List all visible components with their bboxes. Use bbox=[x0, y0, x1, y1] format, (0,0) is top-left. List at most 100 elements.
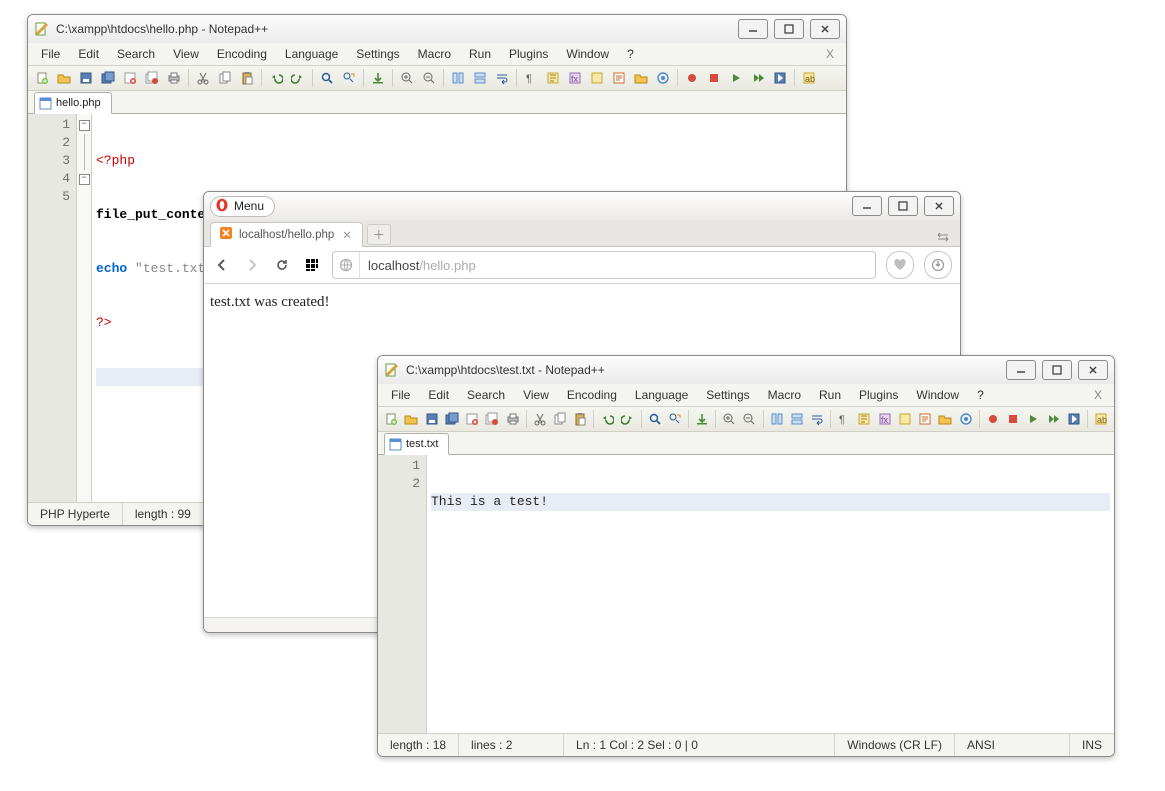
menu-item[interactable]: Edit bbox=[69, 45, 108, 63]
doc-map-icon[interactable] bbox=[896, 409, 914, 429]
stop-icon[interactable] bbox=[1004, 409, 1022, 429]
play-multi-icon[interactable] bbox=[748, 68, 768, 88]
replace-icon[interactable] bbox=[666, 409, 684, 429]
sync-v-icon[interactable] bbox=[448, 68, 468, 88]
menu-item[interactable]: Encoding bbox=[208, 45, 276, 63]
menu-item[interactable]: Run bbox=[810, 386, 850, 404]
tab-close-icon[interactable]: ✕ bbox=[340, 228, 354, 242]
titlebar[interactable]: C:\xampp\htdocs\test.txt - Notepad++ bbox=[378, 356, 1114, 384]
fold-toggle-icon[interactable]: − bbox=[79, 120, 90, 131]
new-icon[interactable] bbox=[382, 409, 400, 429]
find-icon[interactable] bbox=[646, 409, 664, 429]
titlebar[interactable]: Menu bbox=[204, 192, 960, 220]
save-macro-icon[interactable] bbox=[1065, 409, 1083, 429]
save-all-icon[interactable] bbox=[443, 409, 461, 429]
goto-icon[interactable] bbox=[368, 68, 388, 88]
close-button[interactable] bbox=[924, 196, 954, 216]
copy-icon[interactable] bbox=[215, 68, 235, 88]
zoom-in-icon[interactable] bbox=[397, 68, 417, 88]
paste-icon[interactable] bbox=[571, 409, 589, 429]
close-all-icon[interactable] bbox=[483, 409, 501, 429]
menu-item[interactable]: View bbox=[164, 45, 208, 63]
stop-icon[interactable] bbox=[704, 68, 724, 88]
find-icon[interactable] bbox=[317, 68, 337, 88]
menu-item[interactable]: Search bbox=[458, 386, 514, 404]
cut-icon[interactable] bbox=[193, 68, 213, 88]
opera-menu-button[interactable]: Menu bbox=[210, 196, 275, 217]
redo-icon[interactable] bbox=[618, 409, 636, 429]
minimize-button[interactable] bbox=[852, 196, 882, 216]
menu-item[interactable]: View bbox=[514, 386, 558, 404]
play-icon[interactable] bbox=[726, 68, 746, 88]
menu-item[interactable]: Encoding bbox=[558, 386, 626, 404]
lang-icon[interactable]: fx bbox=[565, 68, 585, 88]
menu-item[interactable]: Plugins bbox=[500, 45, 557, 63]
monitor-icon[interactable] bbox=[653, 68, 673, 88]
code-editor[interactable]: 12 This is a test! bbox=[378, 455, 1114, 733]
sync-v-icon[interactable] bbox=[767, 409, 785, 429]
play-multi-icon[interactable] bbox=[1044, 409, 1062, 429]
folder-icon[interactable] bbox=[936, 409, 954, 429]
menu-item[interactable]: Macro bbox=[409, 45, 460, 63]
code-area[interactable]: This is a test! bbox=[427, 455, 1114, 733]
indent-guide-icon[interactable] bbox=[543, 68, 563, 88]
copy-icon[interactable] bbox=[551, 409, 569, 429]
forward-button[interactable] bbox=[242, 255, 262, 275]
close-button[interactable] bbox=[1078, 360, 1108, 380]
sync-h-icon[interactable] bbox=[470, 68, 490, 88]
replace-icon[interactable] bbox=[339, 68, 359, 88]
sync-h-icon[interactable] bbox=[788, 409, 806, 429]
save-icon[interactable] bbox=[422, 409, 440, 429]
indent-guide-icon[interactable] bbox=[855, 409, 873, 429]
menu-item[interactable]: ? bbox=[618, 45, 643, 63]
goto-icon[interactable] bbox=[693, 409, 711, 429]
close-button[interactable] bbox=[810, 19, 840, 39]
menu-item[interactable]: Plugins bbox=[850, 386, 907, 404]
menu-item[interactable]: Run bbox=[460, 45, 500, 63]
browser-tab[interactable]: localhost/hello.php ✕ bbox=[210, 222, 363, 247]
zoom-out-icon[interactable] bbox=[419, 68, 439, 88]
wrap-icon[interactable] bbox=[492, 68, 512, 88]
wrap-icon[interactable] bbox=[808, 409, 826, 429]
print-icon[interactable] bbox=[164, 68, 184, 88]
doc-map-icon[interactable] bbox=[587, 68, 607, 88]
save-all-icon[interactable] bbox=[98, 68, 118, 88]
menu-item[interactable]: Macro bbox=[759, 386, 810, 404]
zoom-in-icon[interactable] bbox=[720, 409, 738, 429]
paste-icon[interactable] bbox=[237, 68, 257, 88]
address-bar[interactable]: localhost/hello.php bbox=[332, 251, 876, 279]
open-icon[interactable] bbox=[402, 409, 420, 429]
menu-item[interactable]: Window bbox=[907, 386, 968, 404]
redo-icon[interactable] bbox=[288, 68, 308, 88]
menu-item[interactable]: Edit bbox=[419, 386, 458, 404]
show-all-icon[interactable]: ¶ bbox=[521, 68, 541, 88]
spell-icon[interactable]: ab bbox=[799, 68, 819, 88]
reload-button[interactable] bbox=[272, 255, 292, 275]
maximize-button[interactable] bbox=[888, 196, 918, 216]
spell-icon[interactable]: ab bbox=[1092, 409, 1110, 429]
zoom-out-icon[interactable] bbox=[740, 409, 758, 429]
minimize-button[interactable] bbox=[738, 19, 768, 39]
play-icon[interactable] bbox=[1024, 409, 1042, 429]
undo-icon[interactable] bbox=[266, 68, 286, 88]
show-all-icon[interactable]: ¶ bbox=[835, 409, 853, 429]
site-info-icon[interactable] bbox=[333, 252, 360, 278]
close-icon[interactable] bbox=[463, 409, 481, 429]
back-button[interactable] bbox=[212, 255, 232, 275]
minimize-button[interactable] bbox=[1006, 360, 1036, 380]
undo-icon[interactable] bbox=[598, 409, 616, 429]
func-list-icon[interactable] bbox=[609, 68, 629, 88]
maximize-button[interactable] bbox=[1042, 360, 1072, 380]
file-tab-hello-php[interactable]: hello.php bbox=[34, 92, 112, 114]
new-tab-button[interactable]: ＋ bbox=[367, 224, 391, 245]
folder-icon[interactable] bbox=[631, 68, 651, 88]
menu-item[interactable]: Language bbox=[276, 45, 347, 63]
cut-icon[interactable] bbox=[531, 409, 549, 429]
close-icon[interactable] bbox=[120, 68, 140, 88]
print-icon[interactable] bbox=[503, 409, 521, 429]
downloads-button[interactable] bbox=[924, 251, 952, 279]
save-icon[interactable] bbox=[76, 68, 96, 88]
menu-item[interactable]: Window bbox=[557, 45, 618, 63]
maximize-button[interactable] bbox=[774, 19, 804, 39]
lang-icon[interactable]: fx bbox=[876, 409, 894, 429]
